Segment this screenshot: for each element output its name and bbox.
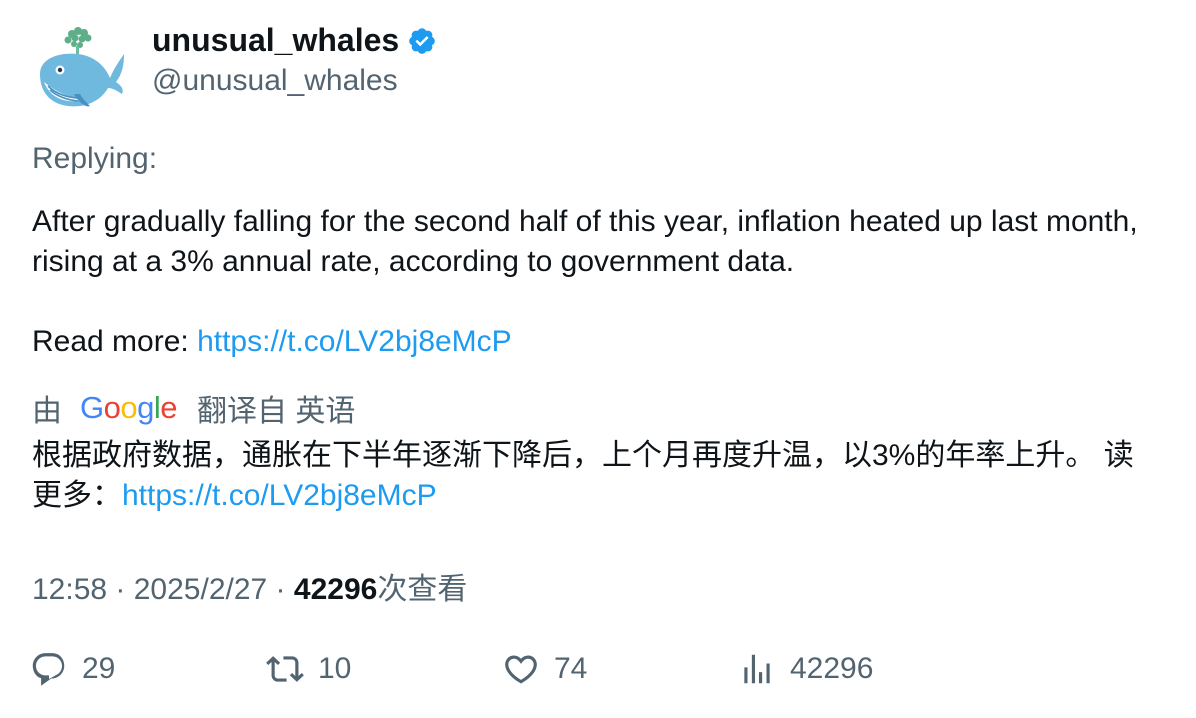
meta-separator: ·: [107, 573, 134, 606]
tweet-text: After gradually falling for the second h…: [32, 205, 1138, 278]
retweet-count: 10: [318, 652, 352, 685]
reply-icon: [32, 653, 65, 686]
read-more-label: Read more:: [32, 325, 198, 358]
translation-prefix: 由: [32, 395, 62, 428]
tweet-card: unusual_whales @unusual_whales Replying:…: [0, 0, 1196, 718]
translation-suffix: 翻译自 英语: [197, 395, 356, 428]
heart-icon: [505, 655, 537, 684]
tweet-meta: 12:58 · 2025/2/27 · 42296次查看: [32, 564, 467, 608]
analytics-icon: [744, 654, 770, 684]
views-label: 次查看: [377, 573, 468, 606]
translated-text: 根据政府数据，通胀在下半年逐渐下降后，上个月再度升温，以3%的年率上升。 读更多…: [32, 436, 1152, 516]
like-count: 74: [554, 652, 588, 685]
retweet-button[interactable]: 10: [266, 650, 351, 688]
tweet-date[interactable]: 2025/2/27: [134, 573, 267, 606]
translation-attribution: 由 Google 翻译自 英语: [32, 386, 355, 430]
display-name[interactable]: unusual_whales: [152, 22, 399, 59]
tweet-link[interactable]: https://t.co/LV2bj8eMcP: [197, 325, 512, 358]
like-button[interactable]: 74: [502, 650, 587, 688]
retweet-icon: [266, 656, 304, 682]
author-name-row[interactable]: unusual_whales: [152, 22, 437, 59]
views-count: 42296: [293, 573, 378, 606]
replying-label: Replying:: [32, 142, 158, 175]
views-button[interactable]: 42296: [738, 650, 873, 688]
verified-badge-icon: [409, 27, 435, 54]
read-more-line: Read more: https://t.co/LV2bj8eMcP: [32, 322, 512, 362]
whale-avatar-icon[interactable]: [30, 24, 128, 114]
user-handle[interactable]: @unusual_whales: [152, 64, 398, 98]
reply-count: 29: [82, 652, 116, 685]
translated-link[interactable]: https://t.co/LV2bj8eMcP: [122, 479, 437, 512]
meta-separator-2: ·: [267, 573, 294, 606]
views-action-count: 42296: [790, 652, 874, 685]
google-logo-icon[interactable]: Google: [80, 390, 178, 426]
action-bar: 29 10 74 42296: [30, 650, 1170, 694]
tweet-time[interactable]: 12:58: [32, 573, 107, 606]
reply-button[interactable]: 29: [30, 650, 115, 688]
